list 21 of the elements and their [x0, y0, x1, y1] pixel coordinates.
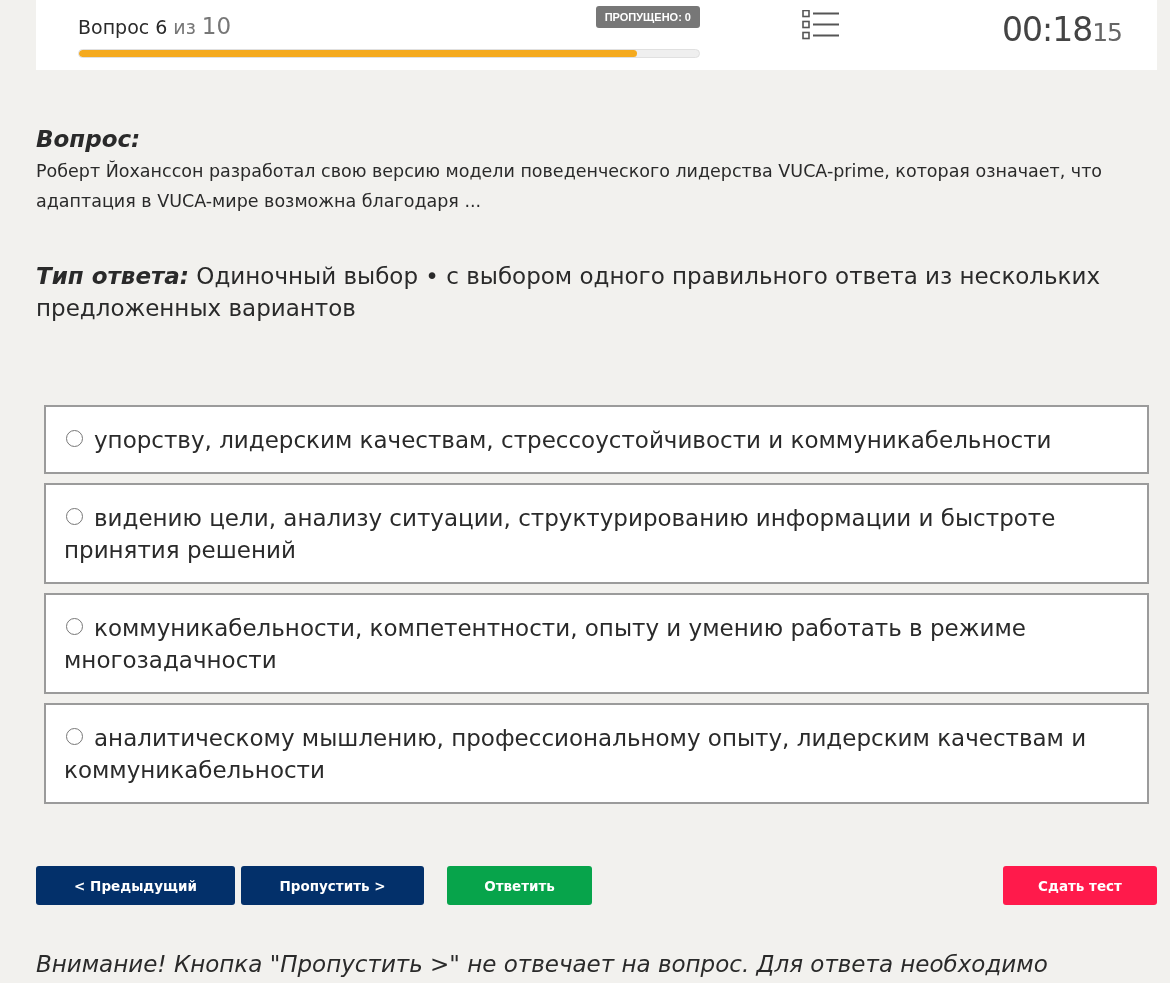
counter-of: из [173, 16, 196, 38]
question-list-icon[interactable] [802, 10, 840, 42]
nav-button[interactable]: Пропустить > [241, 866, 424, 905]
radio-icon[interactable] [66, 508, 83, 525]
answer-option[interactable]: упорству, лидерским качествам, стрессоустойчивости и коммуникабельности [44, 405, 1149, 474]
question-counter: Вопрос 6 [78, 16, 168, 38]
answer-option[interactable]: видению цели, анализу ситуации, структурированию информации и быстроте принятия решений [44, 483, 1149, 584]
notice-text: Внимание! Кнопка "Пропустить >" не отвечает на вопрос. Для ответа необходимо [36, 950, 1049, 978]
question-text: Роберт Йоханссон разработал свою версию модели поведенческого лидерства VUCA-prime, которая означает, что адаптация в VUCA-мире возможна благодаря ... [36, 159, 1104, 213]
answer-option[interactable]: аналитическому мышлению, профессиональному опыту, лидерским качествам и коммуникабельности [44, 703, 1149, 804]
radio-icon[interactable] [66, 618, 83, 635]
timer: 00:1815 [1002, 10, 1122, 49]
skipped-badge: ПРОПУЩЕНО: 0 [595, 6, 700, 28]
radio-icon[interactable] [66, 728, 83, 745]
submit-test-button[interactable]: Сдать тест [1003, 866, 1157, 905]
counter-total: 10 [201, 13, 232, 39]
question-heading: Вопрос: [36, 125, 142, 154]
answer-option[interactable]: коммуникабельности, компетентности, опыту и умению работать в режиме многозадачности [44, 593, 1149, 694]
radio-icon[interactable] [66, 430, 83, 447]
nav-button[interactable]: < Предыдущий [36, 866, 235, 905]
answer-type-text: Тип ответа: Одиночный выбор • с выбором одного правильного ответа из нескольких предложенных вариантов [36, 262, 1102, 323]
